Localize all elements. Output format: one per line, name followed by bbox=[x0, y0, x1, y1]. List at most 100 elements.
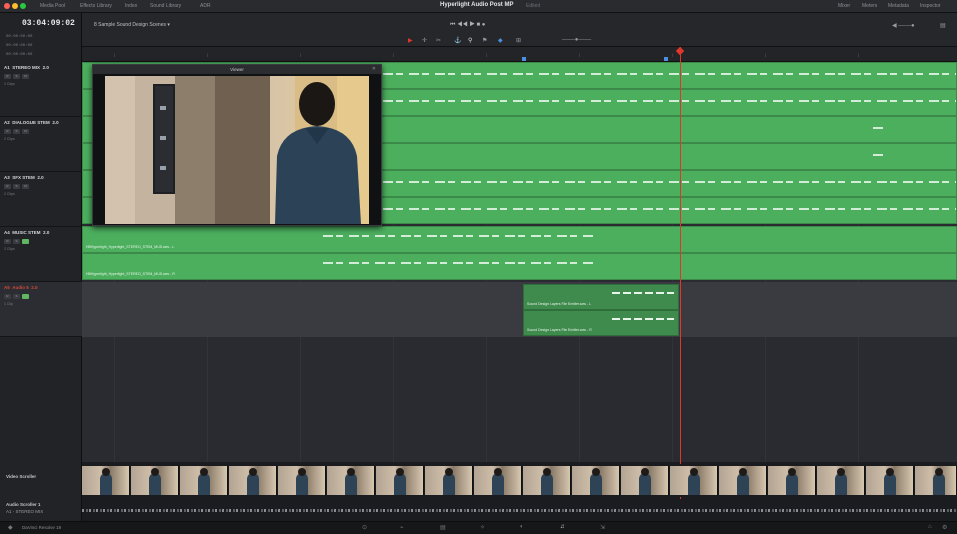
track-header-a4[interactable]: A4 MUSIC STEM 2.0 R S M 2 Clips bbox=[0, 227, 82, 282]
mute-button[interactable]: M bbox=[22, 184, 29, 189]
zoom-icon[interactable]: ⊞ bbox=[516, 37, 521, 44]
media-pool-tab[interactable]: Media Pool bbox=[40, 3, 65, 9]
timeline-ruler[interactable]: | | | | | | | | | bbox=[82, 47, 957, 62]
mixer-tab[interactable]: Mixer bbox=[838, 3, 850, 9]
mute-button[interactable]: M bbox=[22, 294, 29, 299]
snap-icon[interactable]: ⚓ bbox=[454, 37, 461, 44]
blade-tool-icon[interactable]: ✂ bbox=[436, 37, 441, 44]
track-name: A1 STEREO MIX 2.0 bbox=[4, 65, 49, 70]
project-title: Hyperlight Audio Post MP bbox=[440, 2, 514, 8]
track-id: A4 bbox=[4, 230, 10, 235]
home-icon[interactable]: ⌂ bbox=[928, 524, 932, 530]
clip-music-r[interactable]: HBHyperlight_Hyperlight_STEREO_STEM_MUS.… bbox=[82, 253, 957, 280]
edit-page-icon[interactable]: ▤ bbox=[440, 524, 446, 531]
clip-sfx-l[interactable]: Sound Design Layers File Emitter.wav - L bbox=[523, 284, 679, 310]
ruler-tick: | bbox=[672, 52, 674, 57]
audio-scroller-track-select[interactable]: A1 - STEREO MIX bbox=[6, 509, 81, 514]
color-page-icon[interactable]: ◐ bbox=[520, 524, 524, 530]
mute-button[interactable]: M bbox=[22, 74, 29, 79]
arm-button[interactable]: R bbox=[4, 294, 11, 299]
minimize-window-button[interactable] bbox=[12, 3, 18, 9]
timeline-toolbar: 8 Sample Sound Design Scenes ▾ ⏮ ◀◀ ▶ ■ … bbox=[82, 13, 957, 47]
track-channel: 2.0 bbox=[37, 175, 44, 180]
fusion-page-icon[interactable]: ✧ bbox=[480, 524, 485, 531]
close-window-button[interactable] bbox=[4, 3, 10, 9]
cut-page-icon[interactable]: ⌁ bbox=[400, 524, 404, 531]
transport-controls[interactable]: ⏮ ◀◀ ▶ ■ ● bbox=[450, 22, 485, 29]
viewer-window[interactable]: Viewer ✕ bbox=[92, 64, 382, 226]
thumb-figure bbox=[590, 473, 602, 495]
media-page-icon[interactable]: ⊙ bbox=[362, 524, 367, 531]
track-header-a1[interactable]: A1 STEREO MIX 2.0 R S M 2 Clips bbox=[0, 62, 82, 117]
meters-tab[interactable]: Meters bbox=[862, 3, 877, 9]
ruler-tick: | bbox=[858, 52, 860, 57]
mute-button[interactable]: M bbox=[22, 129, 29, 134]
adr-tab[interactable]: ADR bbox=[200, 3, 211, 9]
zoom-window-button[interactable] bbox=[20, 3, 26, 9]
thumbnail bbox=[425, 466, 473, 495]
waveform bbox=[323, 235, 596, 237]
settings-icon[interactable]: ⚙ bbox=[942, 524, 947, 531]
track-name: A4 MUSIC STEM 2.0 bbox=[4, 230, 49, 235]
solo-button[interactable]: S bbox=[13, 184, 20, 189]
arm-button[interactable]: R bbox=[4, 184, 11, 189]
range-tool-icon[interactable]: ✛ bbox=[422, 37, 427, 44]
close-icon[interactable]: ✕ bbox=[372, 66, 376, 72]
thumb-figure bbox=[296, 473, 308, 495]
arm-button[interactable]: R bbox=[4, 239, 11, 244]
arm-button[interactable]: R bbox=[4, 129, 11, 134]
track-header-a5[interactable]: A5 Audio 5 2.0 R S M 1 Clip bbox=[0, 282, 82, 337]
waveform bbox=[612, 292, 674, 294]
mute-button[interactable]: M bbox=[22, 239, 29, 244]
volume-slider[interactable]: ◀ ───● bbox=[892, 22, 915, 29]
thumbnail bbox=[180, 466, 228, 495]
clip-sfx-r[interactable]: Sound Design Layers File Emitter.wav - R bbox=[523, 310, 679, 336]
video-scroller-label: Video Scroller bbox=[0, 464, 82, 497]
thumbnail bbox=[278, 466, 326, 495]
link-icon[interactable]: ⚲ bbox=[468, 37, 472, 44]
viewer-title[interactable]: Viewer bbox=[93, 65, 381, 74]
flag-icon[interactable]: ⚑ bbox=[482, 37, 487, 44]
deliver-page-icon[interactable]: ⇲ bbox=[600, 524, 605, 531]
track-clip-count: 2 Clips bbox=[4, 247, 15, 251]
track-id: A3 bbox=[4, 175, 10, 180]
track-header-a2[interactable]: A2 DIALOGUE STEM 2.0 R S M 2 Clips bbox=[0, 117, 82, 172]
audio-scroller-label: Audio Scroller 1 bbox=[6, 502, 41, 507]
track-header-a3[interactable]: A3 SFX STEM 2.0 R S M 2 Clips bbox=[0, 172, 82, 227]
thumb-head bbox=[445, 468, 453, 476]
video-scroller[interactable] bbox=[82, 464, 957, 497]
thumb-figure bbox=[835, 473, 847, 495]
thumb-figure bbox=[198, 473, 210, 495]
timeline-selector[interactable]: 8 Sample Sound Design Scenes ▾ bbox=[94, 22, 170, 28]
playhead[interactable] bbox=[680, 47, 681, 527]
solo-button[interactable]: S bbox=[13, 294, 20, 299]
arm-button[interactable]: R bbox=[4, 74, 11, 79]
effects-library-tab[interactable]: Effects Library bbox=[80, 3, 112, 9]
options-icon[interactable]: ▤ bbox=[940, 22, 946, 29]
track-channel: 2.0 bbox=[42, 65, 49, 70]
marker[interactable] bbox=[522, 57, 526, 61]
track-buttons: R S M bbox=[4, 74, 29, 79]
thumb-head bbox=[494, 468, 502, 476]
solo-button[interactable]: S bbox=[13, 239, 20, 244]
sound-library-tab[interactable]: Sound Library bbox=[150, 3, 181, 9]
marker[interactable] bbox=[664, 57, 668, 61]
pointer-tool-icon[interactable]: ▶ bbox=[408, 37, 413, 44]
inspector-tab[interactable]: Inspector bbox=[920, 3, 941, 9]
marker-icon[interactable]: ◆ bbox=[498, 37, 503, 44]
track-buttons: R S M bbox=[4, 294, 29, 299]
waveform bbox=[873, 127, 886, 129]
thumbnail bbox=[327, 466, 375, 495]
solo-button[interactable]: S bbox=[13, 74, 20, 79]
solo-button[interactable]: S bbox=[13, 129, 20, 134]
index-tab[interactable]: Index bbox=[125, 3, 137, 9]
clip-music-l[interactable]: HBHyperlight_Hyperlight_STEREO_STEM_MUS.… bbox=[82, 226, 957, 253]
clip-name: HBHyperlight_Hyperlight_STEREO_STEM_MUS.… bbox=[86, 245, 175, 249]
fairlight-page-icon[interactable]: ♫ bbox=[560, 524, 565, 530]
metadata-tab[interactable]: Metadata bbox=[888, 3, 909, 9]
track-channel: 2.0 bbox=[52, 120, 59, 125]
audio-scroller[interactable] bbox=[82, 499, 957, 521]
zoom-slider[interactable]: ───●─── bbox=[562, 37, 591, 43]
thumb-head bbox=[641, 468, 649, 476]
thumb-figure bbox=[100, 473, 112, 495]
